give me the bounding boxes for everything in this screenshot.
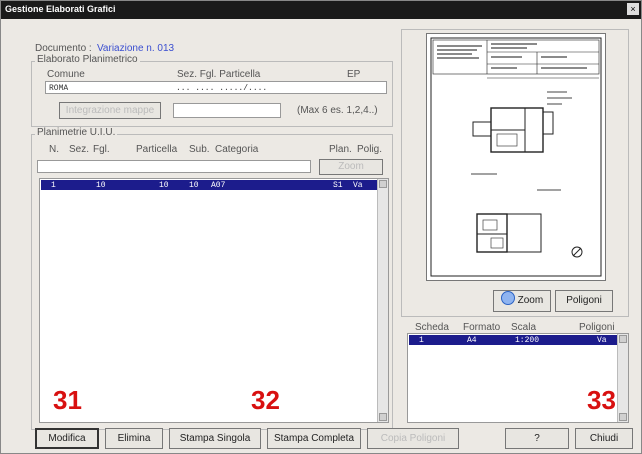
col-fgl: Fgl.	[93, 144, 110, 155]
cell-plan: S1	[333, 181, 343, 190]
magnifier-icon	[500, 291, 515, 305]
floor-plan-drawing	[430, 37, 602, 277]
elimina-button[interactable]: Elimina	[105, 428, 163, 449]
col-sez: Sez.	[69, 144, 90, 155]
cell-scala: 1:200	[515, 336, 540, 345]
help-button[interactable]: ?	[505, 428, 569, 449]
poligoni-button[interactable]: Poligoni	[555, 290, 613, 312]
table-row[interactable]: 1 10 10 10 A07 S1 Va	[41, 180, 377, 190]
elaborato-input-row[interactable]: ROMA ... .... ...../....	[45, 81, 387, 94]
documento-value: Variazione n. 013	[97, 43, 175, 54]
planimetrie-filter-input[interactable]	[37, 160, 311, 173]
cell-fgl: 10	[96, 181, 106, 190]
annotation-33: 33	[587, 385, 616, 415]
cell-polig: Va	[353, 181, 363, 190]
col-sub: Sub.	[189, 144, 210, 155]
stampa-singola-button[interactable]: Stampa Singola	[169, 428, 261, 449]
integrazione-input[interactable]	[173, 103, 281, 118]
modifica-button[interactable]: Modifica	[35, 428, 99, 449]
documento-label: Documento :	[35, 43, 92, 54]
max-note: (Max 6 es. 1,2,4..)	[297, 105, 378, 116]
floor-plan-preview[interactable]	[426, 33, 606, 281]
chiudi-button[interactable]: Chiudi	[575, 428, 633, 449]
comune-value: ROMA	[49, 84, 69, 93]
col-particella: Particella	[136, 144, 178, 155]
col-scheda: Scheda	[415, 322, 449, 333]
stampa-completa-button[interactable]: Stampa Completa	[267, 428, 361, 449]
preview-zoom-button[interactable]: Zoom	[493, 290, 551, 312]
col-scala: Scala	[511, 322, 537, 333]
integrazione-mappe-button[interactable]: Integrazione mappe	[59, 102, 161, 119]
scroll-down-button[interactable]	[379, 413, 387, 421]
cell-poligoni: Va	[597, 336, 607, 345]
col-formato: Formato	[463, 322, 501, 333]
title-bar: Gestione Elaborati Grafici ×	[1, 1, 641, 19]
col-polig: Polig.	[357, 144, 383, 155]
window-title: Gestione Elaborati Grafici	[5, 4, 116, 14]
elaborato-group-title: Elaborato Planimetrico	[35, 54, 140, 65]
ep-header: EP	[347, 69, 361, 80]
sez-fgl-particella-header: Sez. Fgl. Particella	[177, 69, 261, 80]
cell-sub: 10	[189, 181, 199, 190]
cell-n: 1	[51, 181, 56, 190]
close-icon[interactable]: ×	[627, 3, 639, 15]
annotation-31: 31	[53, 385, 82, 415]
col-n: N.	[49, 144, 59, 155]
scroll-down-button[interactable]	[619, 413, 627, 421]
cell-scheda: 1	[419, 336, 424, 345]
main-window: Gestione Elaborati Grafici × Documento :…	[0, 0, 642, 454]
cell-categoria: A07	[211, 181, 226, 190]
col-poligoni: Poligoni	[579, 322, 615, 333]
particella-value: ... .... ...../....	[176, 84, 268, 93]
col-categoria: Categoria	[215, 144, 259, 155]
schede-scrollbar[interactable]	[617, 334, 628, 422]
scroll-up-button[interactable]	[619, 335, 627, 343]
cell-formato: A4	[467, 336, 477, 345]
table-row[interactable]: 1 A4 1:200 Va	[409, 335, 617, 345]
planimetrie-scrollbar[interactable]	[377, 179, 388, 422]
planimetrie-zoom-button[interactable]: Zoom	[319, 159, 383, 175]
comune-header: Comune	[47, 69, 85, 80]
col-plan: Plan.	[329, 144, 352, 155]
preview-zoom-label: Zoom	[517, 295, 544, 306]
copia-poligoni-button[interactable]: Copia Poligoni	[367, 428, 459, 449]
scroll-up-button[interactable]	[379, 180, 387, 188]
cell-particella: 10	[159, 181, 169, 190]
annotation-32: 32	[251, 385, 280, 415]
planimetrie-list[interactable]: 1 10 10 10 A07 S1 Va	[39, 178, 389, 423]
planimetrie-group-title: Planimetrie U.I.U.	[35, 127, 118, 138]
